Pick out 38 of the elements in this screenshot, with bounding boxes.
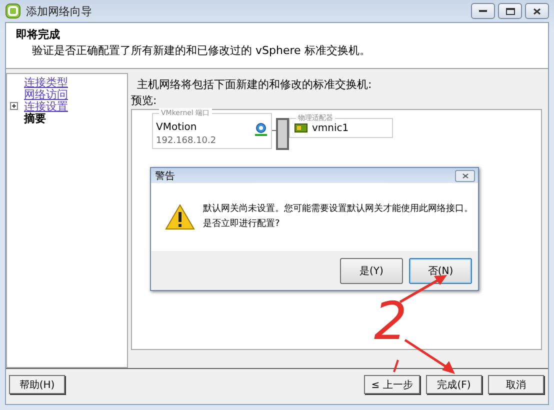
minimize-icon <box>479 9 487 13</box>
port-group-name: VMotion <box>156 122 198 133</box>
wizard-button[interactable]: ≤ 上一步 <box>364 375 420 394</box>
close-button[interactable] <box>455 170 475 182</box>
maximize-icon <box>506 8 514 14</box>
window-title: 添加网络向导 <box>26 4 92 18</box>
preview-label: 预览: <box>131 93 158 108</box>
nav-current-step: 摘要 <box>24 110 46 126</box>
close-button[interactable] <box>525 3 549 19</box>
annotation-stroke <box>393 360 399 372</box>
warning-message: 是否立即进行配置? <box>203 218 281 231</box>
page-title: 即将完成 <box>16 27 61 42</box>
warning-icon <box>165 204 195 230</box>
intro-text: 主机网络将包括下面新建的和修改的标准交换机: <box>137 77 373 92</box>
annotation-arrow <box>404 338 455 374</box>
dialog-title: 警告 <box>155 170 175 182</box>
connector-line <box>272 130 276 131</box>
adapter-name: vmnic1 <box>312 122 349 134</box>
app-icon <box>5 3 21 19</box>
dialog-button[interactable]: 是(Y) <box>340 258 403 284</box>
minimize-button[interactable] <box>471 3 495 19</box>
close-icon <box>533 8 541 14</box>
maximize-button[interactable] <box>498 3 522 19</box>
network-port-icon <box>255 123 267 137</box>
network-card-icon <box>294 123 308 133</box>
warning-message: 默认网关尚未设置。您可能需要设置默认网关才能使用此网络接口。 <box>203 202 473 216</box>
page-subtitle: 验证是否正确配置了所有新建的和已修改过的 vSphere 标准交换机。 <box>32 43 372 58</box>
nav-link[interactable]: 连接类型 <box>24 74 68 90</box>
dialog-button[interactable]: 否(N) <box>409 258 472 284</box>
wizard-button[interactable]: 取消 <box>488 375 544 394</box>
nav-link[interactable]: 网络访问 <box>24 86 68 102</box>
wizard-button[interactable]: 完成(F) <box>426 375 482 394</box>
ip-address: 192.168.10.2 <box>156 136 218 146</box>
annotation-number: 2 <box>374 296 408 348</box>
help-button[interactable]: 帮助(H) <box>9 375 65 394</box>
expand-icon[interactable] <box>10 102 18 110</box>
close-icon <box>462 172 468 178</box>
nav-link[interactable]: 连接设置 <box>24 98 68 114</box>
